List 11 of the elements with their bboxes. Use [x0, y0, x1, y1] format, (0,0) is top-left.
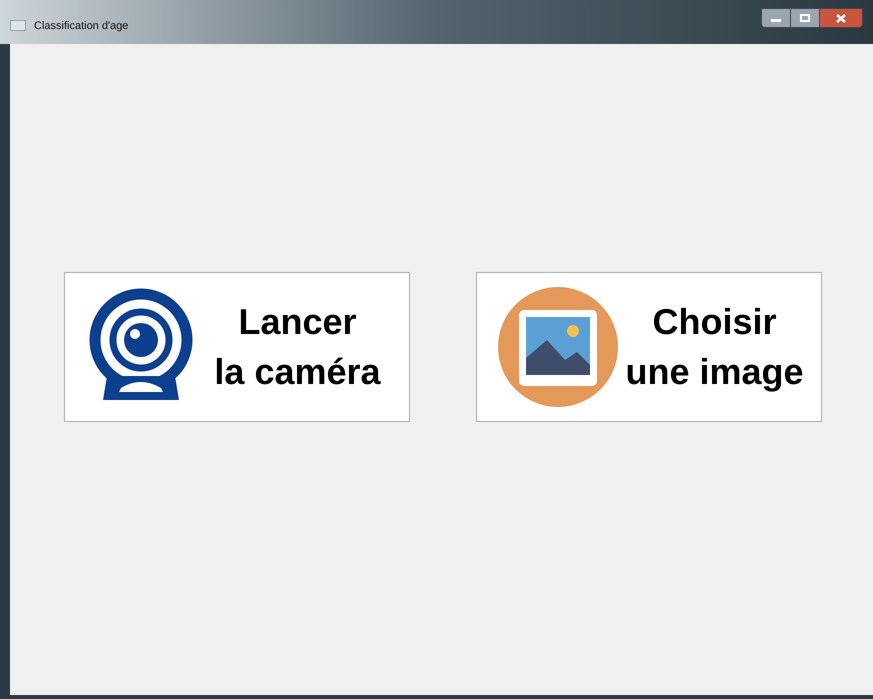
- maximize-button[interactable]: [791, 8, 819, 28]
- window-title: Classification d'age: [34, 20, 128, 32]
- minimize-icon: [771, 19, 781, 22]
- close-icon: [836, 14, 846, 22]
- minimize-button[interactable]: [761, 8, 791, 28]
- action-button[interactable]: Choisir une image: [476, 272, 822, 422]
- close-button[interactable]: [819, 8, 863, 28]
- picture-icon: [496, 286, 618, 408]
- action-button[interactable]: Lancer la caméra: [64, 272, 410, 422]
- app-icon: [10, 20, 26, 31]
- maximize-icon: [800, 14, 810, 22]
